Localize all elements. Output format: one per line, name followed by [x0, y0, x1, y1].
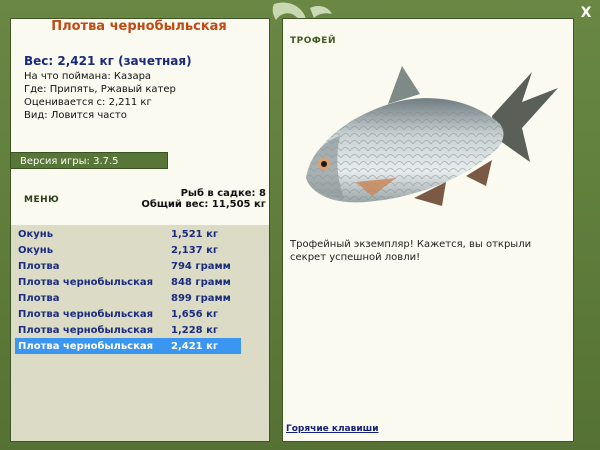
detail-threshold: Оценивается с: 2,211 кг: [24, 97, 152, 108]
catch-fish-weight: 2,421 кг: [168, 338, 241, 354]
catch-fish-name: Плотва чернобыльская: [18, 276, 154, 288]
catch-fish-weight: 899 грамм: [171, 292, 231, 304]
catch-fish-name: Плотва чернобыльская: [15, 338, 168, 354]
menu-button[interactable]: МЕНЮ: [24, 195, 59, 205]
keepnet-summary: Рыб в садке: 8 Общий вес: 11,505 кг: [86, 188, 266, 210]
game-version: Версия игры: 3.7.5: [10, 152, 168, 169]
keepnet-total-weight: Общий вес: 11,505 кг: [141, 199, 266, 210]
catch-row[interactable]: Плотва 794 грамм: [15, 258, 241, 274]
detail-location: Где: Припять, Ржавый катер: [24, 84, 176, 95]
detail-bait: На что поймана: Казара: [24, 71, 152, 82]
hotkeys-link[interactable]: Горячие клавиши: [286, 424, 379, 434]
catch-row[interactable]: Плотва чернобыльская 848 грамм: [15, 274, 241, 290]
trophy-tab-label: ТРОФЕЙ: [290, 36, 336, 46]
catch-fish-name: Плотва: [18, 292, 60, 304]
catch-fish-name: Плотва: [18, 260, 60, 272]
close-button[interactable]: X: [577, 4, 595, 22]
catch-row[interactable]: Окунь 2,137 кг: [15, 242, 241, 258]
catch-fish-weight: 794 грамм: [171, 260, 231, 272]
catch-row[interactable]: Плотва 899 грамм: [15, 290, 241, 306]
catch-row[interactable]: Окунь 1,521 кг: [15, 226, 241, 242]
catch-fish-name: Плотва чернобыльская: [18, 324, 154, 336]
catch-fish-name: Плотва чернобыльская: [18, 308, 154, 320]
detail-frequency: Вид: Ловится часто: [24, 110, 127, 121]
trophy-message: Трофейный экземпляр! Кажется, вы открыли…: [290, 239, 532, 263]
catch-fish-weight: 848 грамм: [171, 276, 231, 288]
catch-fish-name: Окунь: [18, 244, 54, 256]
catch-table: Окунь 1,521 кг Окунь 2,137 кг Плотва 794 грам…: [15, 226, 241, 354]
catch-row[interactable]: Плотва чернобыльская 1,656 кг: [15, 306, 241, 322]
catch-fish-weight: 1,521 кг: [171, 228, 219, 240]
fish-name-title: Плотва чернобыльская: [51, 19, 227, 34]
catch-fish-weight: 1,656 кг: [171, 308, 219, 320]
trophy-fish-image: [306, 66, 558, 206]
catch-row[interactable]: Плотва чернобыльская 1,228 кг: [15, 322, 241, 338]
fish-weight-line: Вес: 2,421 кг (зачетная): [24, 54, 192, 68]
catch-fish-weight: 1,228 кг: [171, 324, 219, 336]
catch-fish-name: Окунь: [18, 228, 54, 240]
keepnet-count: Рыб в садке: 8: [180, 188, 266, 199]
catch-fish-weight: 2,137 кг: [171, 244, 219, 256]
catch-row[interactable]: Плотва чернобыльская 2,421 кг: [15, 338, 241, 354]
